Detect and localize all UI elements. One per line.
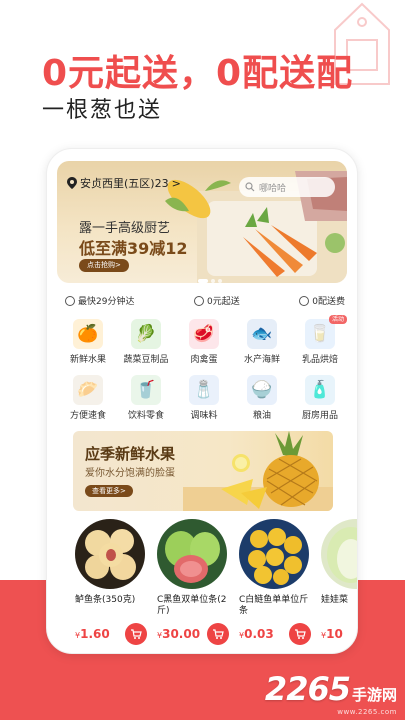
coin-icon (193, 295, 204, 306)
site-watermark: 2265 手游网 www.2265.com (264, 670, 397, 716)
guava-image (165, 531, 220, 583)
pagination-dot (211, 279, 215, 283)
category-meat-eggs[interactable]: 🥩 肉禽蛋 (175, 319, 233, 365)
category-label: 粮油 (252, 411, 271, 421)
product-card[interactable]: C黑鱼双单位条(2斤) ¥30.00 (153, 519, 235, 649)
product-price: ¥0.03 (239, 627, 274, 641)
pineapple-illustration (183, 431, 333, 511)
category-label: 厨房用品 (301, 411, 338, 421)
category-dairy[interactable]: 🥛 活动 乳品烘焙 (291, 315, 349, 365)
event-badge: 活动 (328, 315, 347, 324)
banner-headline: 露一手高级厨艺 (79, 221, 171, 236)
seasoning-icon: 🧂 (189, 375, 219, 405)
category-label: 乳品烘焙 (301, 355, 338, 365)
category-label: 肉禽蛋 (190, 355, 218, 365)
cart-icon (131, 629, 142, 639)
phone-screen: 安贞西里(五区)23 > 哪哈哈 露一手高级厨艺 低至满39减12 点击抢购> … (46, 148, 358, 654)
dumpling-icon: 🥟 (73, 375, 103, 405)
product-carousel: 鲈鱼条(350克) ¥1.60 C黑鱼双单位条(2斤) ¥30.00 C白鲢鱼单… (71, 519, 357, 653)
category-fresh-fruit[interactable]: 🍊 新鲜水果 (59, 319, 117, 365)
category-seafood[interactable]: 🐟 水产海鲜 (233, 319, 291, 365)
cabbage-image (327, 527, 357, 583)
category-kitchen-goods[interactable]: 🧴 厨房用品 (291, 375, 349, 421)
product-image (239, 519, 309, 589)
product-card[interactable]: C白鲢鱼单单位斤条 ¥0.03 (235, 519, 317, 649)
product-card[interactable]: 鲈鱼条(350克) ¥1.60 (71, 519, 153, 649)
category-label: 新鲜水果 (69, 355, 106, 365)
service-label: 0配送费 (312, 297, 345, 307)
search-input[interactable]: 哪哈哈 (239, 177, 335, 197)
search-icon (245, 182, 255, 192)
product-price: ¥30.00 (157, 627, 200, 641)
category-label: 蔬菜豆制品 (123, 355, 169, 365)
service-fast-delivery: 最快29分钟达 (65, 294, 134, 307)
orange-icon: 🍊 (73, 319, 103, 349)
drink-icon: 🥤 (131, 375, 161, 405)
pagination-dot (218, 279, 222, 283)
meat-icon: 🥩 (189, 319, 219, 349)
category-label: 方便速食 (69, 411, 106, 421)
view-more-button[interactable]: 查看更多> (85, 485, 133, 497)
service-zero-minimum: 0元起送 (193, 294, 240, 307)
price-value: 30.00 (162, 627, 201, 641)
fruit-promo-subtitle: 爱你水分饱满的脸蛋 (85, 468, 175, 479)
watermark-url: www.2265.com (337, 708, 397, 716)
category-grid: 🍊 新鲜水果 🥬 蔬菜豆制品 🥩 肉禽蛋 🐟 水产海鲜 🥛 活动 乳品烘焙 🥟 … (59, 315, 349, 421)
banner-buy-button[interactable]: 点击抢购> (79, 259, 129, 272)
vegetable-icon: 🥬 (131, 319, 161, 349)
category-seasoning[interactable]: 🧂 调味料 (175, 375, 233, 421)
product-image (157, 519, 227, 589)
add-to-cart-button[interactable] (289, 623, 311, 645)
category-label: 饮料零食 (127, 411, 164, 421)
product-card[interactable]: 娃娃菜 ¥10 (317, 519, 357, 649)
banner-discount: 低至满39减12 (79, 239, 188, 258)
add-to-cart-button[interactable] (125, 623, 147, 645)
peach-image (85, 529, 136, 580)
category-drinks-snacks[interactable]: 🥤 饮料零食 (117, 375, 175, 421)
rice-icon: 🍚 (247, 375, 277, 405)
service-label: 最快29分钟达 (78, 297, 135, 307)
product-name: C黑鱼双单位条(2斤) (157, 595, 227, 616)
price-value: 0.03 (244, 627, 274, 641)
orange-fruit-image (248, 528, 302, 585)
price-value: 10 (326, 627, 343, 641)
product-name: C白鲢鱼单单位斤条 (239, 595, 309, 616)
truck-icon (299, 295, 310, 306)
category-vegetables[interactable]: 🥬 蔬菜豆制品 (117, 319, 175, 365)
price-value: 1.60 (80, 627, 110, 641)
category-label: 调味料 (190, 411, 218, 421)
location-text: 安贞西里(五区)23 (80, 177, 169, 190)
add-to-cart-button[interactable] (207, 623, 229, 645)
category-grain-oil[interactable]: 🍚 粮油 (233, 375, 291, 421)
fruit-promo-title: 应季新鲜水果 (85, 445, 176, 463)
promo-title: 0元起送，0配送配 (42, 53, 354, 94)
location-selector[interactable]: 安贞西里(五区)23 > (67, 175, 181, 191)
search-placeholder: 哪哈哈 (259, 183, 287, 194)
watermark-text: 手游网 (351, 686, 397, 704)
product-name: 娃娃菜 (321, 595, 349, 605)
cart-icon (295, 629, 306, 639)
category-instant-food[interactable]: 🥟 方便速食 (59, 375, 117, 421)
home-banner[interactable]: 安贞西里(五区)23 > 哪哈哈 露一手高级厨艺 低至满39减12 点击抢购> (57, 161, 347, 283)
fruit-promo-banner[interactable]: 应季新鲜水果 爱你水分饱满的脸蛋 查看更多> (73, 431, 333, 511)
service-label: 0元起送 (206, 297, 240, 307)
chevron-right-icon: > (171, 176, 181, 190)
detergent-icon: 🧴 (305, 375, 335, 405)
service-strip: 最快29分钟达 0元起送 0配送费 (65, 294, 345, 307)
product-name: 鲈鱼条(350克) (75, 595, 136, 605)
banner-pagination (198, 279, 222, 283)
product-price: ¥10 (321, 627, 343, 641)
pagination-dot-active (198, 279, 208, 283)
watermark-number: 2265 (264, 670, 351, 708)
product-price: ¥1.60 (75, 627, 110, 641)
location-pin-icon (67, 177, 77, 189)
clock-icon (65, 295, 75, 306)
product-image (321, 519, 357, 589)
product-image (75, 519, 145, 589)
fish-icon: 🐟 (247, 319, 277, 349)
promo-subtitle: 一根葱也送 (42, 98, 163, 123)
cart-icon (213, 629, 224, 639)
category-label: 水产海鲜 (243, 355, 280, 365)
service-free-delivery: 0配送费 (299, 294, 345, 307)
